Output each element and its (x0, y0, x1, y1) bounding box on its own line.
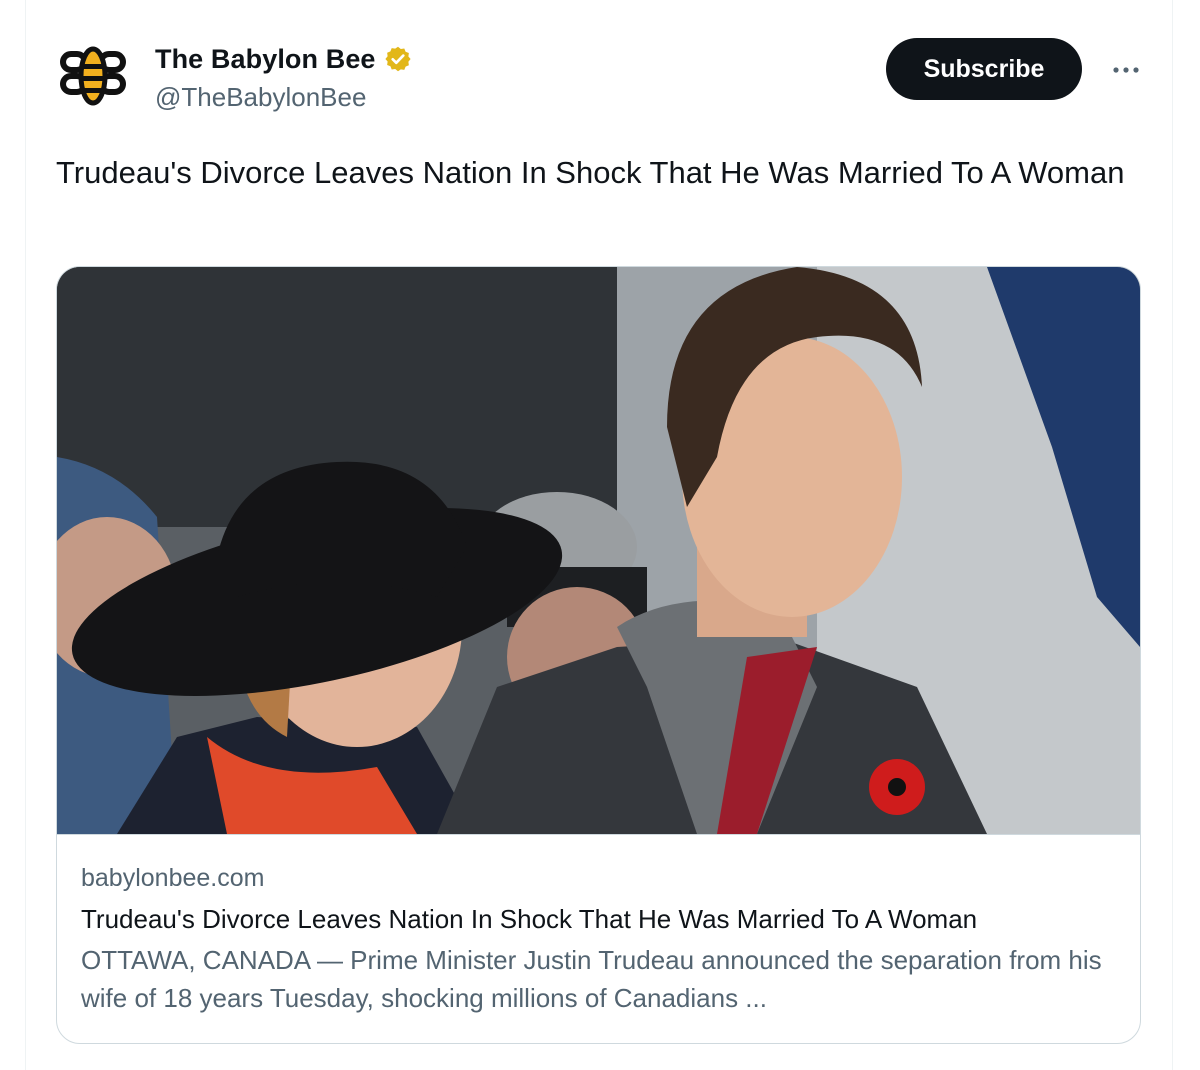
tweet-header: The Babylon Bee @TheBabylonBee Subscribe (56, 38, 1146, 118)
link-card-domain: babylonbee.com (81, 864, 265, 892)
account-names: The Babylon Bee @TheBabylonBee (155, 41, 412, 113)
display-name-row: The Babylon Bee (155, 41, 412, 77)
column-border-right (1172, 0, 1173, 1070)
link-card-description: OTTAWA, CANADA — Prime Minister Justin T… (81, 945, 1102, 1013)
article-photo[interactable] (57, 267, 1140, 834)
tweet-view: The Babylon Bee @TheBabylonBee Subscribe… (0, 0, 1200, 1070)
verified-badge-icon[interactable] (384, 45, 412, 73)
more-options-button[interactable] (1104, 55, 1148, 85)
account-handle[interactable]: @TheBabylonBee (155, 82, 412, 113)
babylon-bee-logo-icon (60, 46, 126, 106)
subscribe-button[interactable]: Subscribe (886, 38, 1082, 100)
tweet-text: Trudeau's Divorce Leaves Nation In Shock… (56, 155, 1125, 190)
avatar[interactable] (56, 38, 130, 112)
link-card[interactable]: babylonbee.com Trudeau's Divorce Leaves … (56, 266, 1141, 1044)
column-border-left (25, 0, 26, 1070)
more-horizontal-icon (1113, 67, 1139, 73)
link-card-title: Trudeau's Divorce Leaves Nation In Shock… (81, 904, 978, 934)
article-photo-illustration (57, 267, 1140, 834)
display-name[interactable]: The Babylon Bee (155, 44, 376, 75)
link-card-body: babylonbee.com Trudeau's Divorce Leaves … (81, 861, 1121, 1017)
card-divider (57, 834, 1140, 835)
